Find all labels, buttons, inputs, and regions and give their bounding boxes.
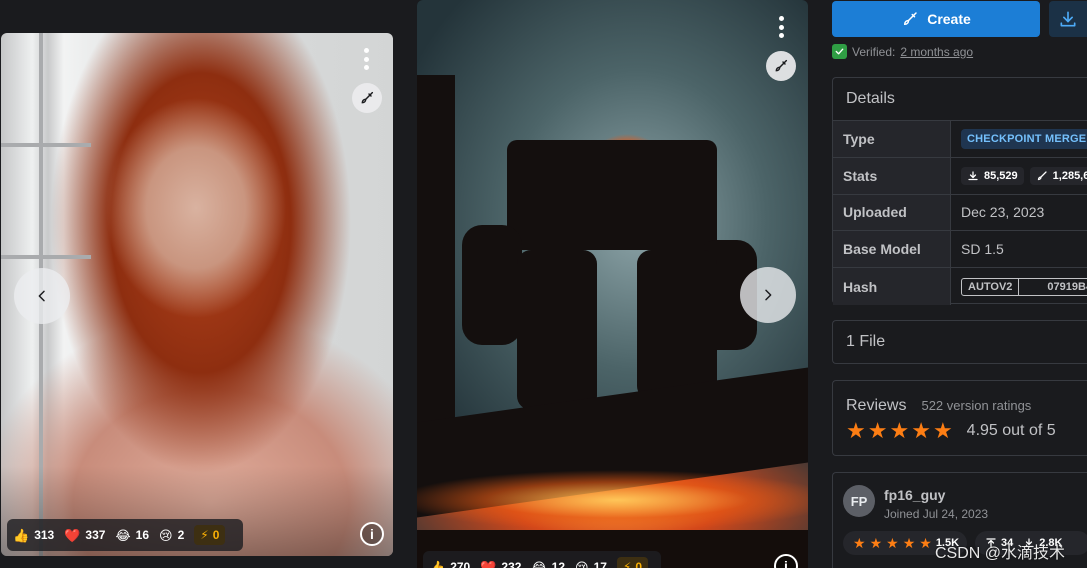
heart-icon: ❤️: [64, 527, 81, 543]
generations-stat: 1,285,6: [1029, 166, 1087, 185]
star-icon: ★: [846, 418, 866, 443]
more-options-icon[interactable]: [778, 16, 784, 38]
reaction-bar: 👍 313 ❤️ 337 😂 16 😢 2 ⚡ 0: [7, 519, 243, 551]
laugh-icon: 😂: [531, 559, 547, 568]
star-icon: ★: [867, 418, 888, 443]
tip-buzz-button[interactable]: ⚡ 0: [194, 525, 226, 545]
chevron-left-icon: [38, 290, 45, 302]
details-row-base-model: Base Model SD 1.5: [833, 231, 1087, 269]
gallery-card-1[interactable]: i 👍 313 ❤️ 337 😂 16 😢 2 ⚡ 0: [1, 33, 393, 556]
reviews-panel[interactable]: Reviews 522 version ratings ★ ★ ★ ★ ★ 4.…: [832, 380, 1087, 456]
gallery-card-2[interactable]: i 👍 270 ❤️ 232 😂 12 😢 17 ⚡ 0: [417, 0, 808, 568]
create-button[interactable]: Create: [832, 1, 1040, 37]
brush-icon: [904, 12, 917, 26]
cry-icon: 😢: [575, 559, 589, 568]
reaction-laugh[interactable]: 😂 12: [531, 560, 565, 568]
verified-status: Verified: 2 months ago: [832, 44, 973, 59]
window-frame: [1, 255, 91, 259]
watermark: CSDN @水滴技术: [935, 545, 1066, 562]
reaction-like[interactable]: 👍 313: [13, 528, 54, 542]
brush-icon: [1037, 171, 1047, 180]
remix-button[interactable]: [766, 51, 796, 81]
creator-joined: Joined Jul 24, 2023: [884, 507, 989, 521]
lightning-icon: ⚡: [622, 560, 632, 568]
reaction-laugh[interactable]: 😂 16: [115, 528, 149, 542]
info-icon[interactable]: i: [360, 522, 384, 546]
type-badge: CHECKPOINT MERGE: [961, 128, 1087, 149]
window-frame: [1, 143, 91, 147]
lightning-icon: ⚡: [200, 528, 209, 542]
remix-button[interactable]: [352, 83, 382, 113]
download-icon: [1060, 11, 1076, 27]
star-icon: ★: [889, 418, 910, 443]
next-image-button[interactable]: [740, 267, 796, 323]
downloads-stat: 85,529: [961, 166, 1024, 185]
details-row-uploaded: Uploaded Dec 23, 2023: [833, 194, 1087, 232]
robot-torso: [507, 140, 717, 250]
thumbs-up-icon: 👍: [429, 559, 446, 568]
reaction-bar: 👍 270 ❤️ 232 😂 12 😢 17 ⚡ 0: [423, 551, 661, 568]
previous-image-button[interactable]: [14, 268, 70, 324]
reaction-heart[interactable]: ❤️ 232: [480, 560, 521, 568]
robot-arm-left: [462, 225, 522, 345]
download-icon: [968, 171, 978, 180]
reaction-heart[interactable]: ❤️ 337: [64, 528, 105, 542]
verified-label: Verified:: [852, 44, 896, 59]
star-icon: ★: [853, 534, 866, 551]
creator-name[interactable]: fp16_guy: [884, 487, 945, 503]
robot-leg-right: [637, 250, 717, 400]
building-silhouette: [417, 75, 455, 465]
brush-icon: [775, 59, 788, 72]
reaction-like[interactable]: 👍 270: [429, 560, 470, 568]
details-panel: Details Type CHECKPOINT MERGE Stats 85,5…: [832, 77, 1087, 305]
rating-text: 4.95 out of 5: [966, 422, 1056, 439]
chevron-right-icon: [765, 289, 772, 301]
files-label: 1 File: [846, 333, 886, 350]
brush-icon: [361, 91, 374, 104]
download-button[interactable]: [1049, 1, 1087, 37]
hash-copy-box[interactable]: AUTOV2 07919B4: [961, 277, 1087, 296]
details-row-type: Type CHECKPOINT MERGE: [833, 121, 1087, 158]
heart-icon: ❤️: [480, 559, 497, 568]
details-title[interactable]: Details: [833, 78, 1087, 121]
star-icon: ★: [911, 418, 931, 443]
star-icon: ★: [902, 534, 916, 551]
shield-check-icon: [832, 44, 847, 59]
reviews-title: Reviews: [846, 397, 907, 414]
reaction-cry[interactable]: 😢 2: [159, 528, 184, 542]
fire-glow: [417, 470, 808, 530]
cry-icon: 😢: [159, 527, 173, 543]
files-accordion[interactable]: 1 File: [832, 320, 1087, 364]
tip-buzz-button[interactable]: ⚡ 0: [616, 557, 649, 568]
reaction-cry[interactable]: 😢 17: [575, 560, 607, 568]
star-icon: ★: [886, 534, 899, 551]
rating-stars: ★ ★ ★ ★ ★ 4.95 out of 5: [846, 420, 1074, 442]
hash-value: 07919B4: [1047, 280, 1087, 293]
avatar[interactable]: FP: [843, 485, 875, 517]
robot-leg-left: [517, 250, 597, 410]
star-icon: ★: [869, 534, 883, 551]
details-row-hash: Hash AUTOV2 07919B4: [833, 268, 1087, 305]
reviews-count: 522 version ratings: [921, 398, 1032, 413]
hash-type-select[interactable]: AUTOV2: [962, 278, 1020, 295]
more-options-icon[interactable]: [363, 48, 369, 70]
verified-time-link[interactable]: 2 months ago: [900, 45, 973, 59]
laugh-icon: 😂: [115, 527, 131, 543]
thumbs-up-icon: 👍: [13, 527, 30, 543]
star-icon: ★: [919, 534, 932, 551]
star-icon: ★: [932, 418, 953, 443]
details-row-stats: Stats 85,529 1,285,6: [833, 157, 1087, 195]
